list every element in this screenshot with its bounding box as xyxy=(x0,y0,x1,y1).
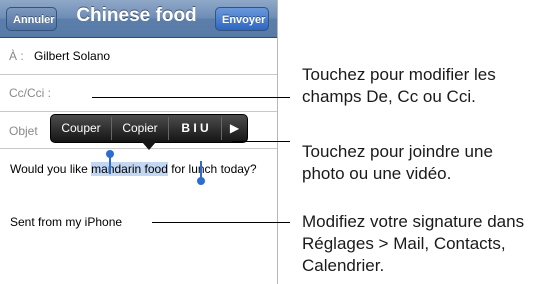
screen-edge xyxy=(277,0,278,284)
mail-compose-screen: Annuler Chinese food Envoyer À : Gilbert… xyxy=(0,0,277,284)
callout-attach-media: Touchez pour joindre une photo ou une vi… xyxy=(302,142,493,183)
to-recipient[interactable]: Gilbert Solano xyxy=(34,49,110,63)
navigation-bar: Annuler Chinese food Envoyer xyxy=(0,0,277,38)
callout-line-attach xyxy=(232,141,290,142)
callout-edit-fields: Touchez pour modifier les champs De, Cc … xyxy=(302,65,496,106)
signature[interactable]: Sent from my iPhone xyxy=(10,215,122,229)
subject-label: Objet xyxy=(9,124,38,138)
callout-line-signature xyxy=(152,222,290,223)
edit-menu: Couper Copier B I U ▶ xyxy=(50,114,248,143)
selection-end-handle[interactable] xyxy=(197,177,205,185)
body-text-before: Would you like xyxy=(10,162,92,176)
more-menu-item[interactable]: ▶ xyxy=(222,115,247,142)
cancel-button[interactable]: Annuler xyxy=(6,7,57,31)
cc-bcc-field[interactable]: Cc/Cci : xyxy=(0,75,277,112)
send-button[interactable]: Envoyer xyxy=(215,7,269,31)
format-menu-item[interactable]: B I U xyxy=(169,115,221,142)
selection-start-caret xyxy=(109,157,111,174)
callout-line-cc xyxy=(92,97,290,98)
menu-pointer xyxy=(142,142,156,150)
to-label: À : xyxy=(9,49,24,63)
to-field[interactable]: À : Gilbert Solano xyxy=(0,38,277,75)
callout-signature: Modifiez votre signature dans Réglages >… xyxy=(302,212,525,275)
body-text-after: for lunch today? xyxy=(167,162,257,176)
play-arrow-icon: ▶ xyxy=(229,121,240,135)
message-title: Chinese food xyxy=(76,5,197,26)
copy-menu-item[interactable]: Copier xyxy=(112,115,168,142)
cc-bcc-label: Cc/Cci : xyxy=(9,86,51,100)
cut-menu-item[interactable]: Couper xyxy=(51,115,111,142)
selected-text[interactable]: mandarin food xyxy=(91,162,168,176)
message-body[interactable]: Would you like mandarin food for lunch t… xyxy=(10,161,272,177)
selection-end-caret xyxy=(200,161,202,178)
